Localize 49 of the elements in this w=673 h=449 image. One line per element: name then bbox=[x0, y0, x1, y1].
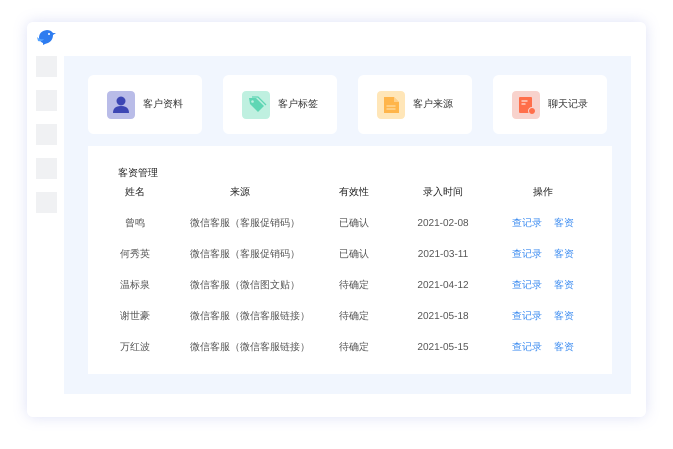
card-label: 客户来源 bbox=[413, 98, 453, 112]
table-cell-text: 已确认 bbox=[338, 217, 370, 231]
table-cell-text: 2021-03-11 bbox=[416, 248, 470, 262]
action-link[interactable]: 客资 bbox=[554, 340, 574, 355]
tag-icon bbox=[242, 90, 270, 118]
column-header: 有效性 bbox=[338, 186, 370, 200]
table-cell-text: 微信客服（微信图文贴） bbox=[189, 278, 301, 293]
action-link[interactable]: 客资 bbox=[554, 247, 574, 262]
person-icon bbox=[107, 90, 135, 118]
action-link[interactable]: 客资 bbox=[554, 309, 574, 324]
table-cell-text: 待确定 bbox=[338, 310, 370, 324]
table-cell-text: 何秀英 bbox=[119, 248, 151, 262]
table-cell-text: 微信客服（客服促销码） bbox=[189, 248, 301, 262]
shortcut-card[interactable]: 客户来源 bbox=[358, 75, 472, 134]
shortcut-card[interactable]: 客户标签 bbox=[223, 75, 337, 134]
table-title: 客资管理 bbox=[118, 168, 158, 179]
table-cell-text: 待确定 bbox=[338, 278, 370, 293]
column-header: 姓名 bbox=[124, 186, 146, 200]
card-label: 聊天记录 bbox=[548, 98, 588, 112]
column-header: 操作 bbox=[532, 186, 554, 200]
table-cell-text: 微信客服（微信客服链接） bbox=[189, 310, 310, 324]
table-cell-text: 温标泉 bbox=[119, 278, 151, 293]
card-label: 客户资料 bbox=[143, 98, 183, 112]
card-label: 客户标签 bbox=[278, 98, 318, 112]
document-icon bbox=[377, 90, 405, 118]
table-cell-text: 2021-05-18 bbox=[416, 310, 470, 324]
table-cell-text: 曾鸣 bbox=[124, 217, 146, 231]
action-link[interactable]: 查记录 bbox=[512, 309, 542, 324]
table-cell-text: 2021-04-12 bbox=[416, 279, 470, 293]
column-header: 来源 bbox=[229, 186, 251, 200]
column-header: 录入时间 bbox=[422, 186, 464, 200]
table-cell-text: 微信客服（客服促销码） bbox=[189, 216, 301, 231]
table-cell-text: 2021-02-08 bbox=[416, 217, 470, 231]
shortcut-card[interactable]: 聊天记录 bbox=[493, 75, 607, 134]
action-link[interactable]: 客资 bbox=[554, 278, 574, 293]
record-icon bbox=[512, 90, 540, 118]
table-cell-text: 万红波 bbox=[119, 340, 151, 355]
action-link[interactable]: 查记录 bbox=[512, 278, 542, 293]
bird-logo-icon bbox=[36, 28, 56, 46]
table-cell-text: 2021-05-15 bbox=[416, 341, 470, 355]
table-cell-text: 谢世豪 bbox=[119, 310, 151, 324]
shortcut-card[interactable]: 客户资料 bbox=[88, 75, 202, 134]
table-cell-text: 微信客服（微信客服链接） bbox=[189, 340, 310, 355]
action-link[interactable]: 查记录 bbox=[512, 216, 542, 231]
table-cell-text: 已确认 bbox=[338, 248, 370, 262]
action-link[interactable]: 客资 bbox=[554, 216, 574, 231]
action-link[interactable]: 查记录 bbox=[512, 340, 542, 355]
action-link[interactable]: 查记录 bbox=[512, 247, 542, 262]
table-cell-text: 待确定 bbox=[338, 340, 370, 355]
